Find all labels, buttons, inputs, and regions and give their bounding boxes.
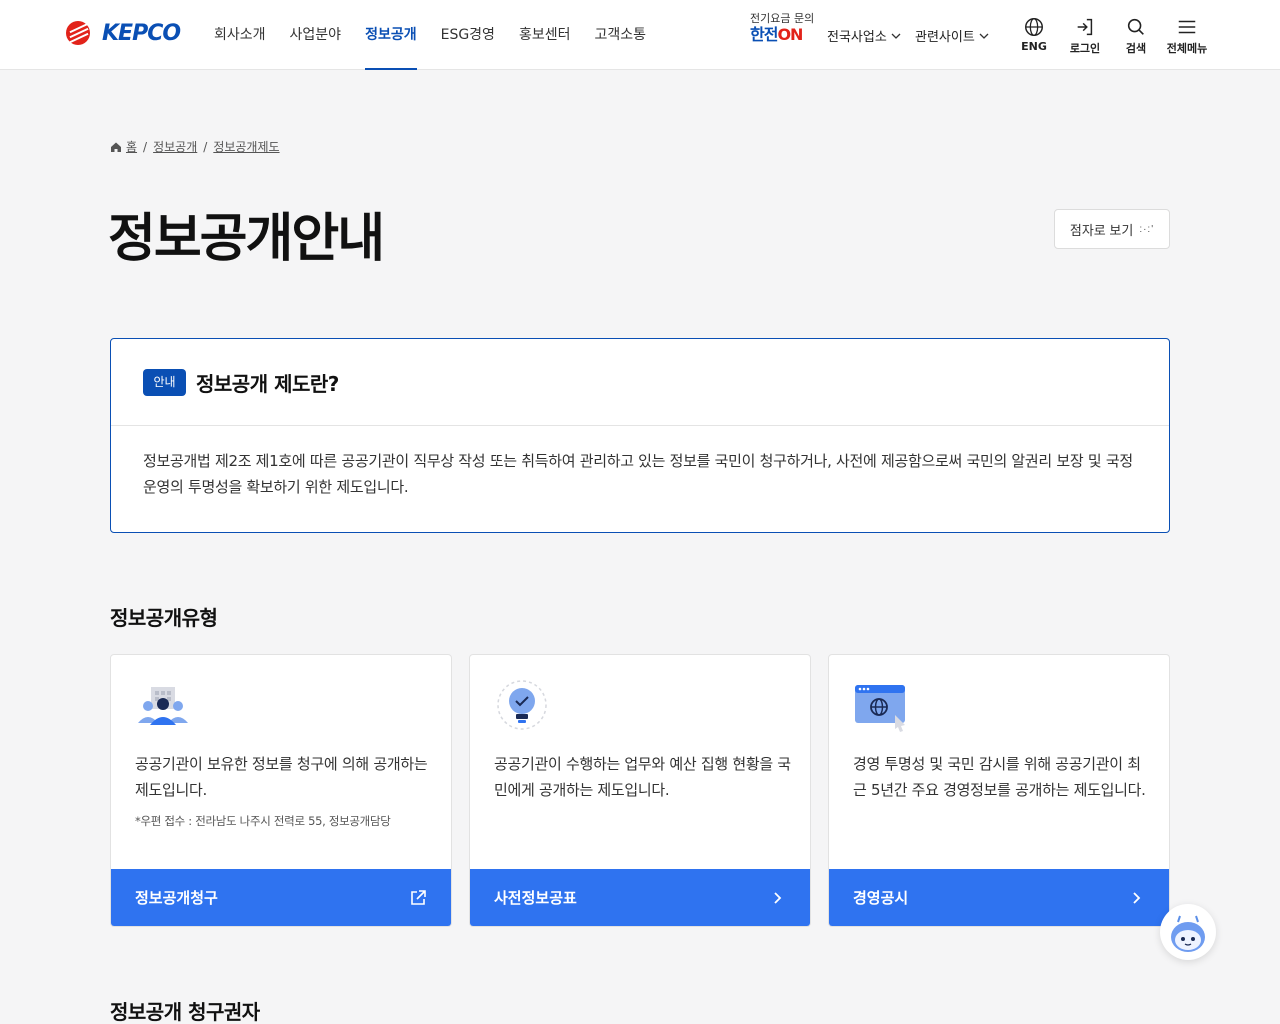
braille-view-button[interactable]: 점자로 보기 :·:' [1054, 209, 1170, 249]
external-link-icon [411, 889, 426, 905]
login-button[interactable]: 로그인 [1063, 16, 1107, 56]
browser-globe-icon [855, 685, 905, 732]
info-request-button[interactable]: 정보공개청구 [111, 869, 451, 926]
nav-item-customer[interactable]: 고객소통 [594, 0, 646, 70]
breadcrumb-separator: / [143, 139, 148, 154]
search-icon [1127, 18, 1144, 35]
info-box-title: 정보공개 제도란? [196, 371, 339, 396]
info-badge: 안내 [143, 368, 186, 396]
globe-icon [1025, 18, 1043, 36]
info-request-label: 정보공개청구 [135, 889, 218, 907]
card-info-request: 공공기관이 보유한 정보를 청구에 의해 공개하는 제도입니다. *우편 접수 … [110, 654, 452, 927]
robot-chatbot-icon [1171, 915, 1205, 952]
all-menu-button[interactable]: 전체메뉴 [1165, 16, 1209, 56]
regional-offices-dropdown[interactable]: 전국사업소 [827, 26, 901, 45]
eng-label: ENG [1021, 40, 1047, 53]
card-description: 경영 투명성 및 국민 감시를 위해 공공기관이 최근 5년간 주요 경영정보를… [853, 755, 1146, 799]
search-label: 검색 [1125, 42, 1147, 55]
hanjeon-caption: 전기요금 문의 [750, 12, 815, 25]
related-sites-dropdown[interactable]: 관련사이트 [915, 26, 989, 45]
main-nav: 회사소개 사업분야 정보공개 ESG경영 홍보센터 고객소통 [214, 0, 670, 70]
card-postal-note: *우편 접수 : 전라남도 나주시 전력로 55, 정보공개담당 [135, 814, 391, 828]
people-building-icon [138, 687, 188, 725]
all-menu-label: 전체메뉴 [1166, 42, 1208, 55]
breadcrumb-info-disclosure[interactable]: 정보공개 [153, 138, 197, 155]
card-description: 공공기관이 보유한 정보를 청구에 의해 공개하는 제도입니다. [135, 755, 428, 799]
chevron-right-icon [774, 891, 782, 904]
login-label: 로그인 [1069, 42, 1101, 55]
pre-disclosure-button[interactable]: 사전정보공표 [470, 869, 810, 926]
chevron-down-icon [891, 33, 901, 39]
info-box-header: 안내 정보공개 제도란? [111, 339, 1169, 426]
regional-offices-label: 전국사업소 [827, 30, 887, 45]
card-description: 공공기관이 수행하는 업무와 예산 집행 현황을 국민에게 공개하는 제도입니다… [494, 755, 791, 799]
nav-item-pr[interactable]: 홍보센터 [519, 0, 571, 70]
search-button[interactable]: 검색 [1114, 16, 1158, 56]
lightbulb-check-icon [497, 680, 547, 730]
kepco-logo-text: KEPCO [102, 20, 181, 46]
info-box-body: 정보공개법 제2조 제1호에 따른 공공기관이 직무상 작성 또는 취득하여 관… [143, 452, 1133, 496]
chevron-down-icon [979, 33, 989, 39]
kepco-logo[interactable]: KEPCO [66, 20, 181, 46]
management-disclosure-button[interactable]: 경영공시 [829, 869, 1169, 926]
breadcrumb-separator: / [203, 139, 208, 154]
nav-item-business[interactable]: 사업분야 [290, 0, 342, 70]
hanjeon-on-link[interactable]: 전기요금 문의 한전ON [750, 12, 814, 44]
braille-icon: :·:' [1139, 223, 1155, 235]
nav-item-company[interactable]: 회사소개 [214, 0, 266, 70]
pre-disclosure-label: 사전정보공표 [494, 889, 577, 907]
chatbot-button[interactable] [1160, 904, 1216, 960]
related-sites-label: 관련사이트 [915, 30, 975, 45]
home-icon [111, 142, 121, 152]
nav-item-info-disclosure[interactable]: 정보공개 [365, 0, 417, 70]
breadcrumb-info-system[interactable]: 정보공개제도 [213, 138, 279, 155]
card-management-disclosure: 경영 투명성 및 국민 감시를 위해 공공기관이 최근 5년간 주요 경영정보를… [828, 654, 1170, 927]
info-system-box: 안내 정보공개 제도란? 정보공개법 제2조 제1호에 따른 공공기관이 직무상… [110, 338, 1170, 533]
site-header: KEPCO 회사소개 사업분야 정보공개 ESG경영 홍보센터 고객소통 전기요… [0, 0, 1280, 70]
breadcrumb-home[interactable]: 홈 [126, 138, 137, 155]
hamburger-menu-icon [1178, 20, 1196, 34]
nav-item-esg[interactable]: ESG경영 [441, 0, 495, 70]
kepco-logo-mark [66, 20, 100, 46]
eng-button[interactable]: ENG [1012, 16, 1056, 53]
requester-section-title: 정보공개 청구권자 [110, 1000, 260, 1024]
braille-view-label: 점자로 보기 [1069, 222, 1134, 238]
chevron-right-icon [1133, 891, 1141, 904]
management-disclosure-label: 경영공시 [853, 889, 909, 907]
card-pre-disclosure: 공공기관이 수행하는 업무와 예산 집행 현황을 국민에게 공개하는 제도입니다… [469, 654, 811, 927]
breadcrumb: 홈 / 정보공개 / 정보공개제도 [110, 138, 280, 155]
login-icon [1077, 18, 1093, 36]
hanjeon-brand: 한전ON [750, 25, 803, 44]
page-title: 정보공개안내 [108, 209, 385, 269]
disclosure-types-title: 정보공개유형 [110, 606, 218, 630]
